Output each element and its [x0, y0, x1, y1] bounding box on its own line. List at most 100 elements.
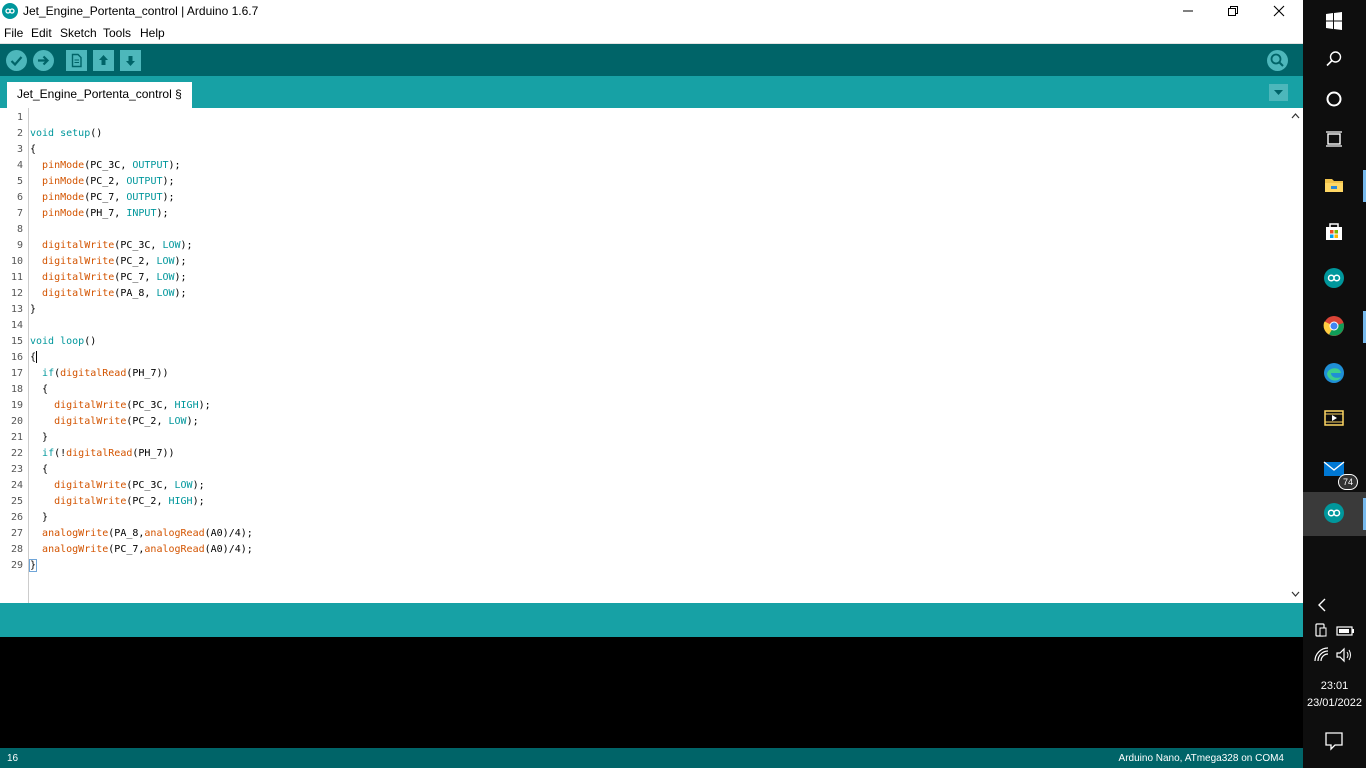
- scroll-down-icon[interactable]: [1291, 589, 1300, 598]
- taskbar-chrome[interactable]: [1303, 305, 1366, 349]
- line-number: 17: [10, 368, 23, 379]
- search-button[interactable]: [1303, 38, 1366, 82]
- menu-sketch[interactable]: Sketch: [60, 26, 97, 40]
- notification-icon: [1325, 732, 1343, 751]
- console-output[interactable]: [0, 637, 1303, 748]
- taskbar-edge[interactable]: [1303, 352, 1366, 396]
- chrome-icon: [1323, 316, 1344, 336]
- wifi-icon[interactable]: [1311, 644, 1333, 666]
- minimize-button[interactable]: [1165, 0, 1211, 23]
- menu-bar: File Edit Sketch Tools Help: [0, 23, 1303, 44]
- line-number: 3: [16, 144, 23, 155]
- line-number: 6: [16, 192, 23, 203]
- cortana-button[interactable]: [1303, 78, 1366, 122]
- menu-help[interactable]: Help: [140, 26, 165, 40]
- text-caret: [36, 351, 38, 363]
- taskbar-video-editor[interactable]: [1303, 397, 1366, 441]
- new-sketch-button[interactable]: [66, 50, 87, 71]
- taskbar-file-explorer[interactable]: [1303, 164, 1366, 208]
- chevron-left-icon: [1318, 598, 1326, 612]
- verify-button[interactable]: [6, 50, 27, 71]
- tab-menu-button[interactable]: [1269, 84, 1288, 101]
- menu-file[interactable]: File: [4, 26, 23, 40]
- folder-icon: [1325, 179, 1343, 192]
- volume-icon[interactable]: [1334, 644, 1356, 666]
- line-number: 12: [10, 288, 23, 299]
- clock-time[interactable]: 23:01: [1303, 680, 1366, 692]
- code-text: {: [30, 464, 49, 475]
- line-number: 29: [10, 560, 23, 571]
- line-number: 26: [10, 512, 23, 523]
- code-text: digitalWrite(PC_7, LOW);: [42, 272, 187, 283]
- code-text: }: [30, 432, 49, 443]
- code-text: {: [30, 384, 49, 395]
- store-icon: [1326, 223, 1342, 240]
- code-editor[interactable]: 1 2 void setup() 3{4 pinMode(PC_3C, OUTPUT)…: [0, 108, 1303, 603]
- code-text: pinMode(PC_7, OUTPUT);: [42, 192, 175, 203]
- code-text: digitalWrite(PA_8, LOW);: [42, 288, 187, 299]
- line-number: 2: [16, 128, 23, 139]
- open-sketch-button[interactable]: [93, 50, 114, 71]
- line-number: 22: [10, 448, 23, 459]
- menu-edit[interactable]: Edit: [31, 26, 52, 40]
- title-bar: Jet_Engine_Portenta_control | Arduino 1.…: [0, 0, 1303, 23]
- code-text: analogWrite(PC_7,analogRead(A0)/4);: [42, 544, 253, 555]
- verify-icon: [10, 56, 23, 67]
- line-number: 16: [10, 352, 23, 363]
- clock-date[interactable]: 23/01/2022: [1303, 697, 1366, 709]
- edge-icon: [1324, 363, 1344, 383]
- upload-button[interactable]: [33, 50, 54, 71]
- code-text: void loop(): [30, 336, 97, 347]
- code-text: }: [30, 512, 49, 523]
- code-text: if(!digitalRead(PH_7)): [42, 448, 175, 459]
- video-editor-icon: [1324, 410, 1344, 426]
- action-center-button[interactable]: [1303, 720, 1366, 760]
- tray-row-2: [1303, 642, 1366, 668]
- taskbar-arduino-active[interactable]: [1303, 492, 1366, 536]
- code-text: if(digitalRead(PH_7)): [42, 368, 169, 379]
- phone-link-icon[interactable]: [1311, 620, 1333, 642]
- code-text: analogWrite(PA_8,analogRead(A0)/4);: [42, 528, 253, 539]
- line-number: 25: [10, 496, 23, 507]
- vertical-scrollbar[interactable]: [1288, 108, 1303, 603]
- restore-button[interactable]: [1210, 0, 1256, 23]
- tray-row-1: [1303, 618, 1366, 644]
- taskbar-mail[interactable]: 74: [1303, 448, 1366, 492]
- tab-sketch[interactable]: Jet_Engine_Portenta_control §: [7, 82, 192, 108]
- code-text: pinMode(PC_3C, OUTPUT);: [42, 160, 181, 171]
- footer-status: 16 Arduino Nano, ATmega328 on COM4: [0, 748, 1303, 768]
- line-number: 11: [10, 272, 23, 283]
- menu-tools[interactable]: Tools: [103, 26, 131, 40]
- battery-icon[interactable]: [1334, 620, 1356, 642]
- board-port-label: Arduino Nano, ATmega328 on COM4: [1118, 753, 1284, 764]
- upload-icon: [38, 55, 50, 66]
- task-view-button[interactable]: [1303, 118, 1366, 162]
- code-text: pinMode(PC_2, OUTPUT);: [42, 176, 175, 187]
- serial-monitor-button[interactable]: [1267, 50, 1288, 71]
- message-bar: [0, 603, 1303, 637]
- windows-logo-icon: [1326, 12, 1342, 30]
- code-text: {: [30, 144, 37, 155]
- taskbar-store[interactable]: [1303, 210, 1366, 254]
- new-icon: [71, 53, 82, 68]
- taskbar-arduino[interactable]: [1303, 257, 1366, 301]
- mail-badge: 74: [1338, 474, 1358, 490]
- toolbar: [0, 44, 1303, 76]
- code-text: void setup(): [30, 128, 103, 139]
- line-number: 15: [10, 336, 23, 347]
- code-text: digitalWrite(PC_3C, HIGH);: [54, 400, 211, 411]
- line-number: 7: [16, 208, 23, 219]
- line-number: 21: [10, 432, 23, 443]
- close-button[interactable]: [1256, 0, 1302, 23]
- search-icon: [1326, 51, 1342, 67]
- arduino-ide-window: Jet_Engine_Portenta_control | Arduino 1.…: [0, 0, 1303, 768]
- line-number: 28: [10, 544, 23, 555]
- arduino-icon: [1324, 268, 1344, 288]
- save-sketch-button[interactable]: [120, 50, 141, 71]
- window-title: Jet_Engine_Portenta_control | Arduino 1.…: [23, 4, 259, 18]
- show-hidden-icons-button[interactable]: [1303, 590, 1366, 620]
- caret-line-number: 16: [7, 753, 19, 764]
- scroll-up-icon[interactable]: [1291, 112, 1300, 121]
- task-view-icon: [1326, 131, 1342, 147]
- line-number: 8: [16, 224, 23, 235]
